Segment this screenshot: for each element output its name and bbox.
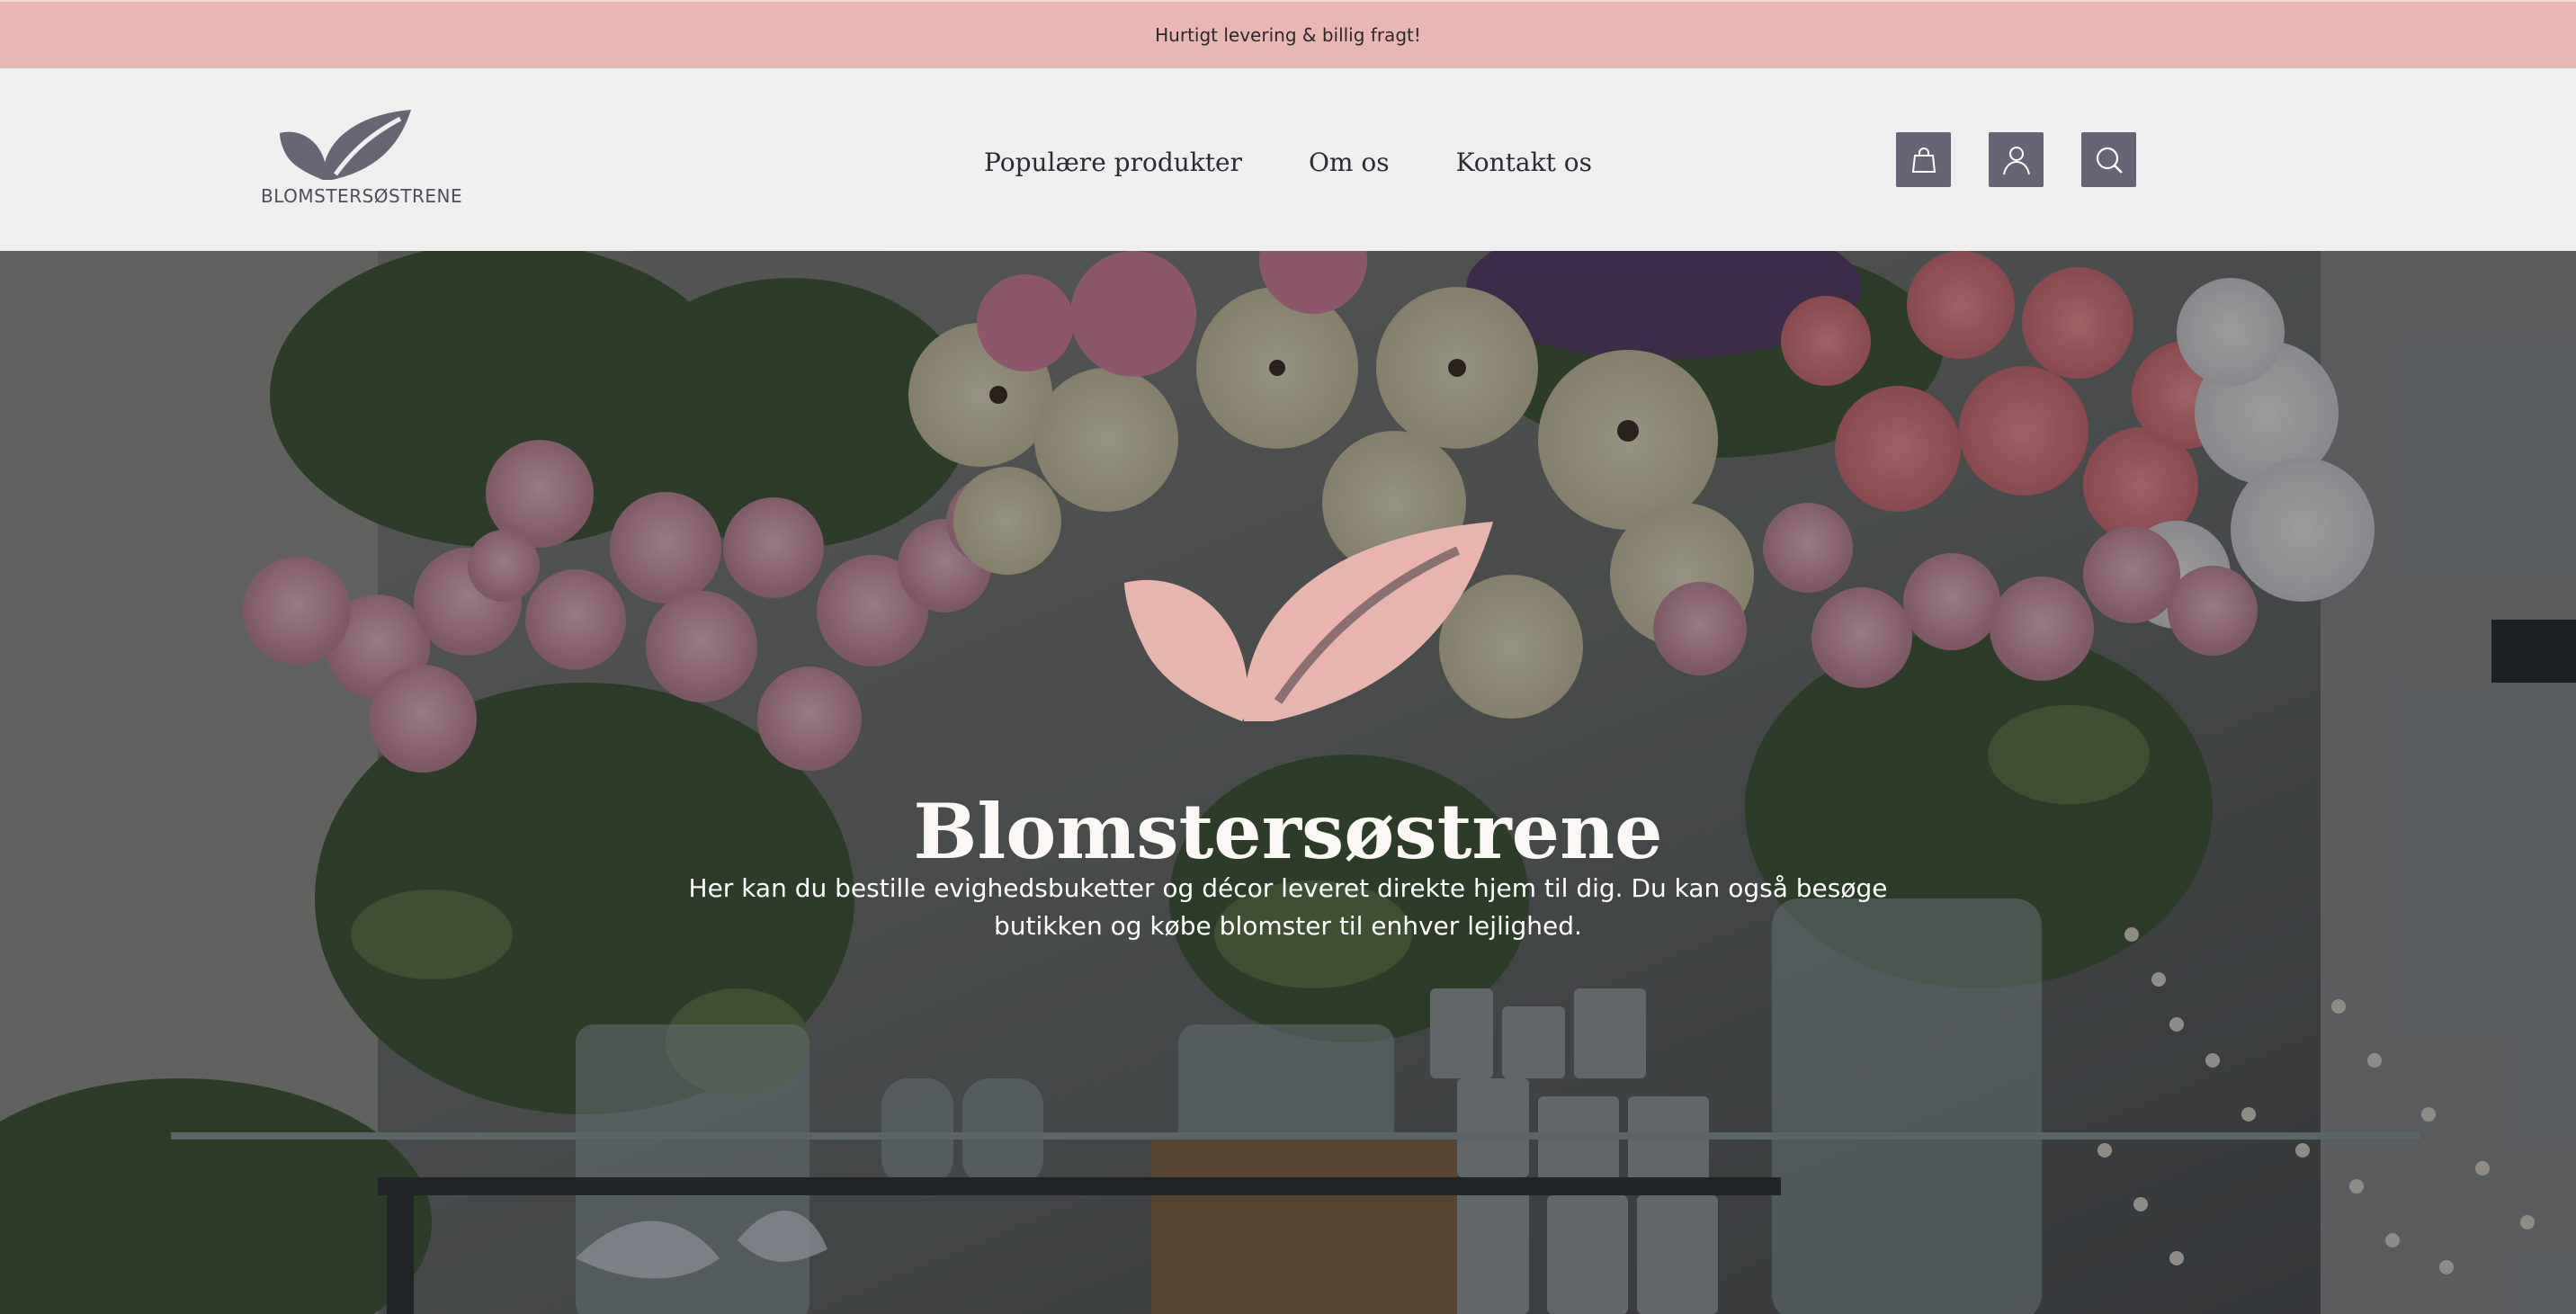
announcement-text: Hurtigt levering & billig fragt! bbox=[1155, 24, 1421, 46]
hero-section: Blomstersøstrene Her kan du bestille evi… bbox=[0, 251, 2576, 1314]
main-nav: Populære produkter Om os Kontakt os bbox=[0, 147, 2576, 177]
hero-subtitle: Her kan du bestille evighedsbuketter og … bbox=[688, 873, 1888, 941]
search-icon bbox=[2096, 147, 2123, 174]
announcement-bar: Hurtigt levering & billig fragt! bbox=[0, 0, 2576, 68]
header-actions bbox=[1896, 132, 2136, 187]
hero-title: Blomstersøstrene bbox=[913, 787, 1663, 877]
nav-item-about[interactable]: Om os bbox=[1309, 147, 1390, 177]
nav-item-popular-products[interactable]: Populære produkter bbox=[984, 147, 1242, 177]
site-header: BLOMSTERSØSTRENE Populære produkter Om o… bbox=[0, 68, 2576, 251]
shopping-bag-icon bbox=[1911, 147, 1936, 173]
brand-name: BLOMSTERSØSTRENE bbox=[261, 185, 463, 207]
account-button[interactable] bbox=[1989, 132, 2044, 187]
nav-item-contact[interactable]: Kontakt os bbox=[1456, 147, 1592, 177]
cart-button[interactable] bbox=[1896, 132, 1951, 187]
search-button[interactable] bbox=[2081, 132, 2136, 187]
user-icon bbox=[2002, 146, 2030, 174]
leaf-logo-icon bbox=[1124, 522, 1493, 721]
hero-overlay bbox=[0, 251, 2576, 1314]
